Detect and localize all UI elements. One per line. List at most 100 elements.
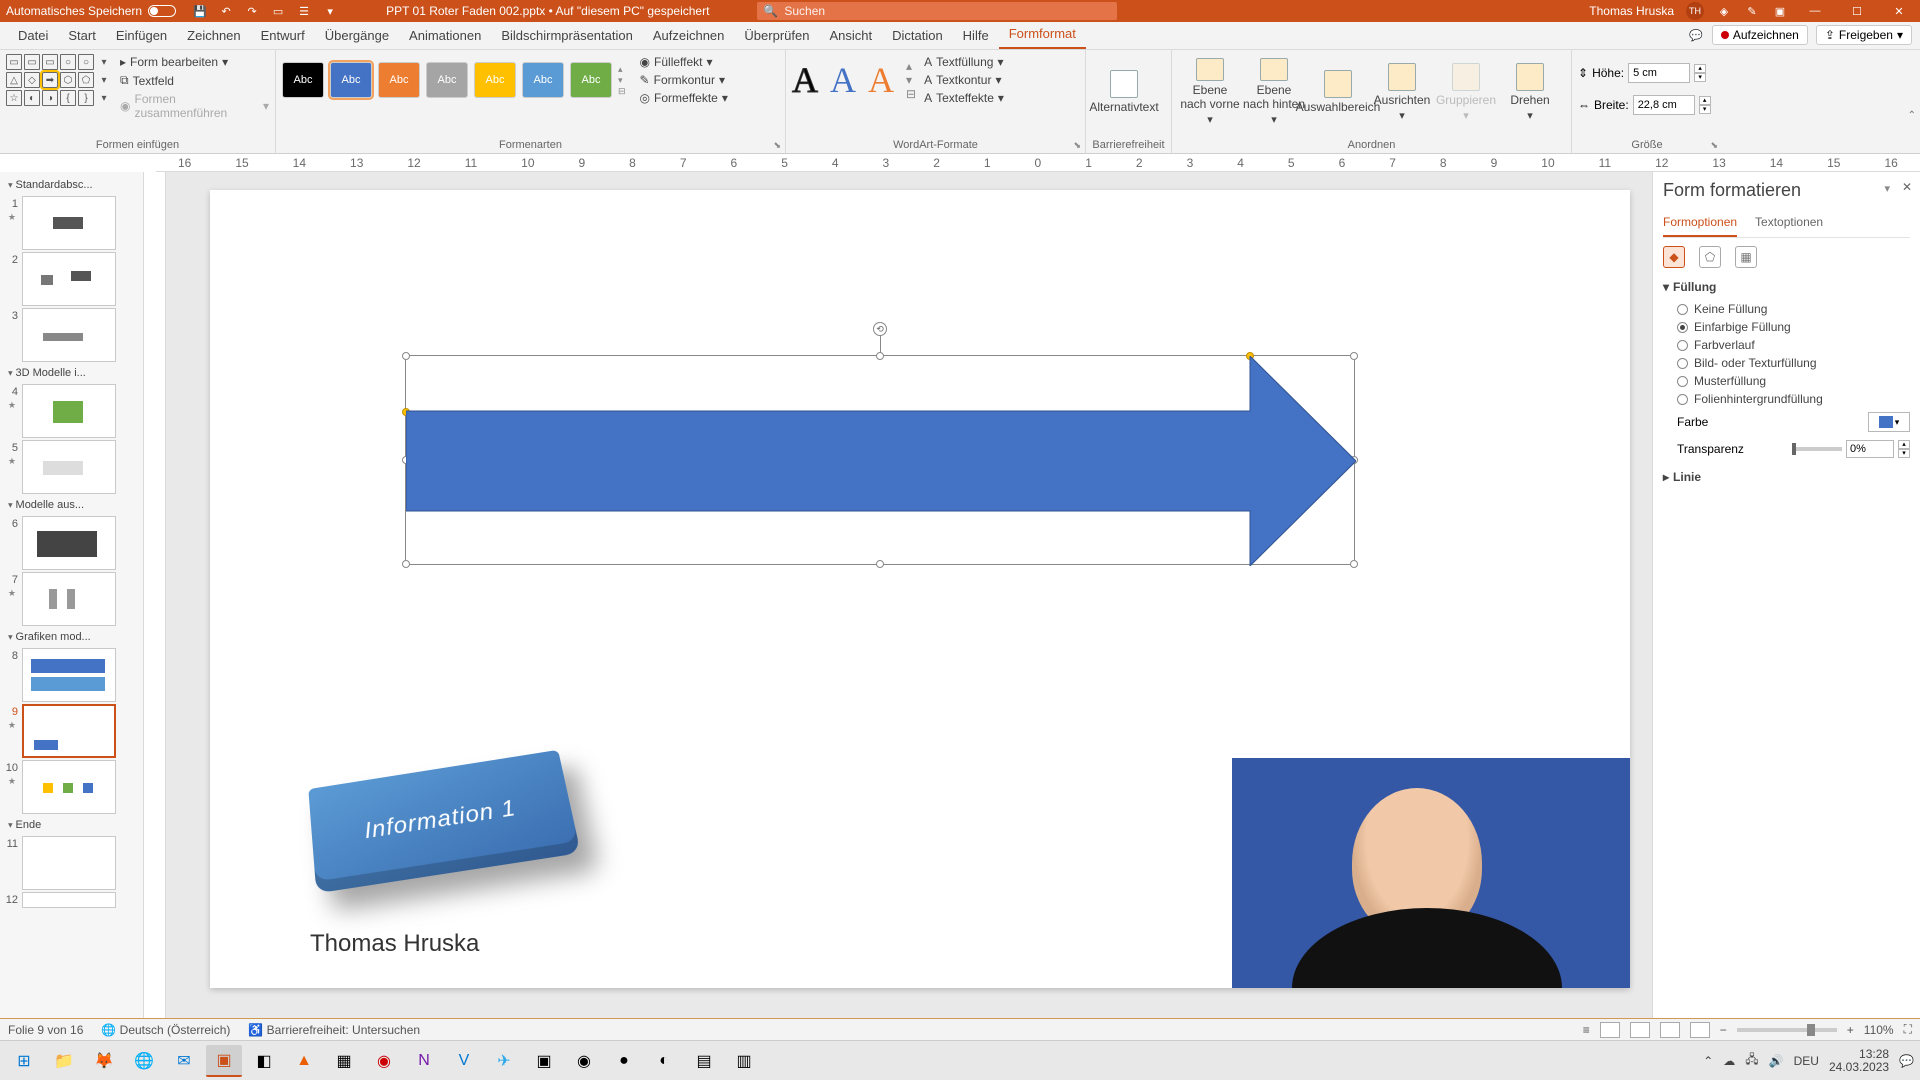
zoom-in-button[interactable]: + <box>1847 1023 1854 1037</box>
shape-outline-button[interactable]: ✎ Formkontur ▾ <box>640 72 728 88</box>
section-header[interactable]: Standardabsc... <box>4 176 143 194</box>
arrow-shape[interactable] <box>406 356 1356 566</box>
slide-thumb-3[interactable] <box>22 308 116 362</box>
user-avatar[interactable]: TH <box>1686 2 1704 20</box>
obs-icon[interactable]: ◉ <box>566 1045 602 1077</box>
start-button[interactable]: ⊞ <box>6 1045 42 1077</box>
section-header[interactable]: Ende <box>4 816 143 834</box>
app-icon[interactable]: ▤ <box>686 1045 722 1077</box>
textbox-button[interactable]: ⧉ Textfeld <box>120 72 269 89</box>
tray-network-icon[interactable]: 🖧 <box>1745 1050 1758 1071</box>
size-properties-icon[interactable]: ▦ <box>1735 246 1757 268</box>
slide-thumb-6[interactable] <box>22 516 116 570</box>
language-status[interactable]: 🌐 Deutsch (Österreich) <box>101 1023 230 1037</box>
wordart-style-2[interactable]: A <box>830 59 856 101</box>
author-text[interactable]: Thomas Hruska <box>310 930 479 958</box>
edit-shape-button[interactable]: ▸ Form bearbeiten ▾ <box>120 54 269 70</box>
user-name[interactable]: Thomas Hruska <box>1589 4 1674 18</box>
onenote-icon[interactable]: N <box>406 1045 442 1077</box>
section-header[interactable]: Modelle aus... <box>4 496 143 514</box>
info-3d-shape[interactable]: Information 1 <box>290 730 590 910</box>
slide-thumb-11[interactable] <box>22 836 116 890</box>
powerpoint-icon[interactable]: ▣ <box>206 1045 242 1077</box>
app-icon[interactable]: ◧ <box>246 1045 282 1077</box>
wordart-style-1[interactable]: A <box>792 59 818 101</box>
tab-ansicht[interactable]: Ansicht <box>819 22 882 49</box>
tab-entwurf[interactable]: Entwurf <box>251 22 315 49</box>
height-input[interactable] <box>1628 63 1690 83</box>
undo-icon[interactable]: ↶ <box>218 3 234 19</box>
pane-options-icon[interactable]: ▾ <box>1884 182 1890 195</box>
app-icon[interactable]: ▥ <box>726 1045 762 1077</box>
slide-thumb-1[interactable] <box>22 196 116 250</box>
tab-formformat[interactable]: Formformat <box>999 20 1086 49</box>
slide-thumb-2[interactable] <box>22 252 116 306</box>
slideshow-view-button[interactable] <box>1690 1022 1710 1038</box>
tray-cloud-icon[interactable]: ☁ <box>1723 1054 1735 1068</box>
app-icon[interactable]: ▣ <box>526 1045 562 1077</box>
style-yellow[interactable]: Abc <box>474 62 516 98</box>
alt-text-button[interactable]: Alternativtext <box>1092 54 1156 126</box>
transparency-slider[interactable] <box>1792 447 1842 451</box>
zoom-slider[interactable] <box>1737 1028 1837 1032</box>
fill-line-icon[interactable]: ◆ <box>1663 246 1685 268</box>
shape-options-tab[interactable]: Formoptionen <box>1663 211 1737 237</box>
selection-pane-button[interactable]: Auswahlbereich <box>1306 54 1370 126</box>
transparency-input[interactable] <box>1846 440 1894 458</box>
search-box[interactable]: 🔍 <box>757 2 1117 20</box>
app-icon[interactable]: ▦ <box>326 1045 362 1077</box>
line-section-header[interactable]: ▸ Linie <box>1663 470 1910 484</box>
firefox-icon[interactable]: 🦊 <box>86 1045 122 1077</box>
slide-thumb-4[interactable] <box>22 384 116 438</box>
chrome-icon[interactable]: 🌐 <box>126 1045 162 1077</box>
normal-view-button[interactable] <box>1600 1022 1620 1038</box>
bring-forward-button[interactable]: Ebene nach vorne ▾ <box>1178 54 1242 126</box>
autosave-toggle[interactable] <box>148 5 176 17</box>
align-button[interactable]: Ausrichten ▾ <box>1370 54 1434 126</box>
style-blue[interactable]: Abc <box>330 62 372 98</box>
wordart-gallery[interactable]: A A A ▴▾⊟ <box>792 59 916 101</box>
notes-button[interactable]: ≡ <box>1583 1023 1590 1037</box>
rotate-button[interactable]: Drehen ▾ <box>1498 54 1562 126</box>
section-header[interactable]: Grafiken mod... <box>4 628 143 646</box>
outlook-icon[interactable]: ✉ <box>166 1045 202 1077</box>
shape-styles-launcher[interactable]: ⬊ <box>773 140 781 151</box>
text-effects-button[interactable]: A Texteffekte ▾ <box>924 90 1004 106</box>
fill-pattern-radio[interactable]: Musterfüllung <box>1663 372 1910 390</box>
document-title[interactable]: PPT 01 Roter Faden 002.pptx • Auf "diese… <box>386 4 709 18</box>
app-icon[interactable]: ● <box>606 1045 642 1077</box>
fill-gradient-radio[interactable]: Farbverlauf <box>1663 336 1910 354</box>
tab-uebergaenge[interactable]: Übergänge <box>315 22 399 49</box>
send-backward-button[interactable]: Ebene nach hinten ▾ <box>1242 54 1306 126</box>
text-fill-button[interactable]: A Textfüllung ▾ <box>924 54 1004 70</box>
close-button[interactable]: ✕ <box>1884 2 1914 20</box>
app-icon[interactable]: ◉ <box>366 1045 402 1077</box>
slide-thumb-12[interactable] <box>22 892 116 908</box>
search-input[interactable] <box>784 4 1111 18</box>
tab-animationen[interactable]: Animationen <box>399 22 491 49</box>
fill-none-radio[interactable]: Keine Füllung <box>1663 300 1910 318</box>
maximize-button[interactable]: ☐ <box>1842 2 1872 20</box>
diamond-icon[interactable]: ◈ <box>1716 3 1732 19</box>
arrow-shape-selected[interactable]: ➡ <box>42 72 58 88</box>
slide-thumb-7[interactable] <box>22 572 116 626</box>
close-pane-button[interactable]: ✕ <box>1902 180 1912 194</box>
app-icon[interactable]: ◐ <box>646 1045 682 1077</box>
tab-dictation[interactable]: Dictation <box>882 22 953 49</box>
tab-einfuegen[interactable]: Einfügen <box>106 22 177 49</box>
style-gray[interactable]: Abc <box>426 62 468 98</box>
tray-volume-icon[interactable]: 🔊 <box>1769 1054 1784 1068</box>
style-green[interactable]: Abc <box>570 62 612 98</box>
fill-section-header[interactable]: ▾ Füllung <box>1663 280 1910 294</box>
tab-aufzeichnen[interactable]: Aufzeichnen <box>643 22 735 49</box>
effects-icon[interactable]: ⬠ <box>1699 246 1721 268</box>
slide-thumb-10[interactable] <box>22 760 116 814</box>
zoom-level[interactable]: 110% <box>1864 1023 1894 1037</box>
wordart-launcher[interactable]: ⬊ <box>1073 140 1081 151</box>
app-icon[interactable]: V <box>446 1045 482 1077</box>
tab-bildschirmpraesentation[interactable]: Bildschirmpräsentation <box>491 22 643 49</box>
text-options-tab[interactable]: Textoptionen <box>1755 211 1823 237</box>
transparency-spinner[interactable]: ▴▾ <box>1898 440 1910 458</box>
comments-icon[interactable]: 💬 <box>1688 27 1704 43</box>
tab-datei[interactable]: Datei <box>8 22 58 49</box>
